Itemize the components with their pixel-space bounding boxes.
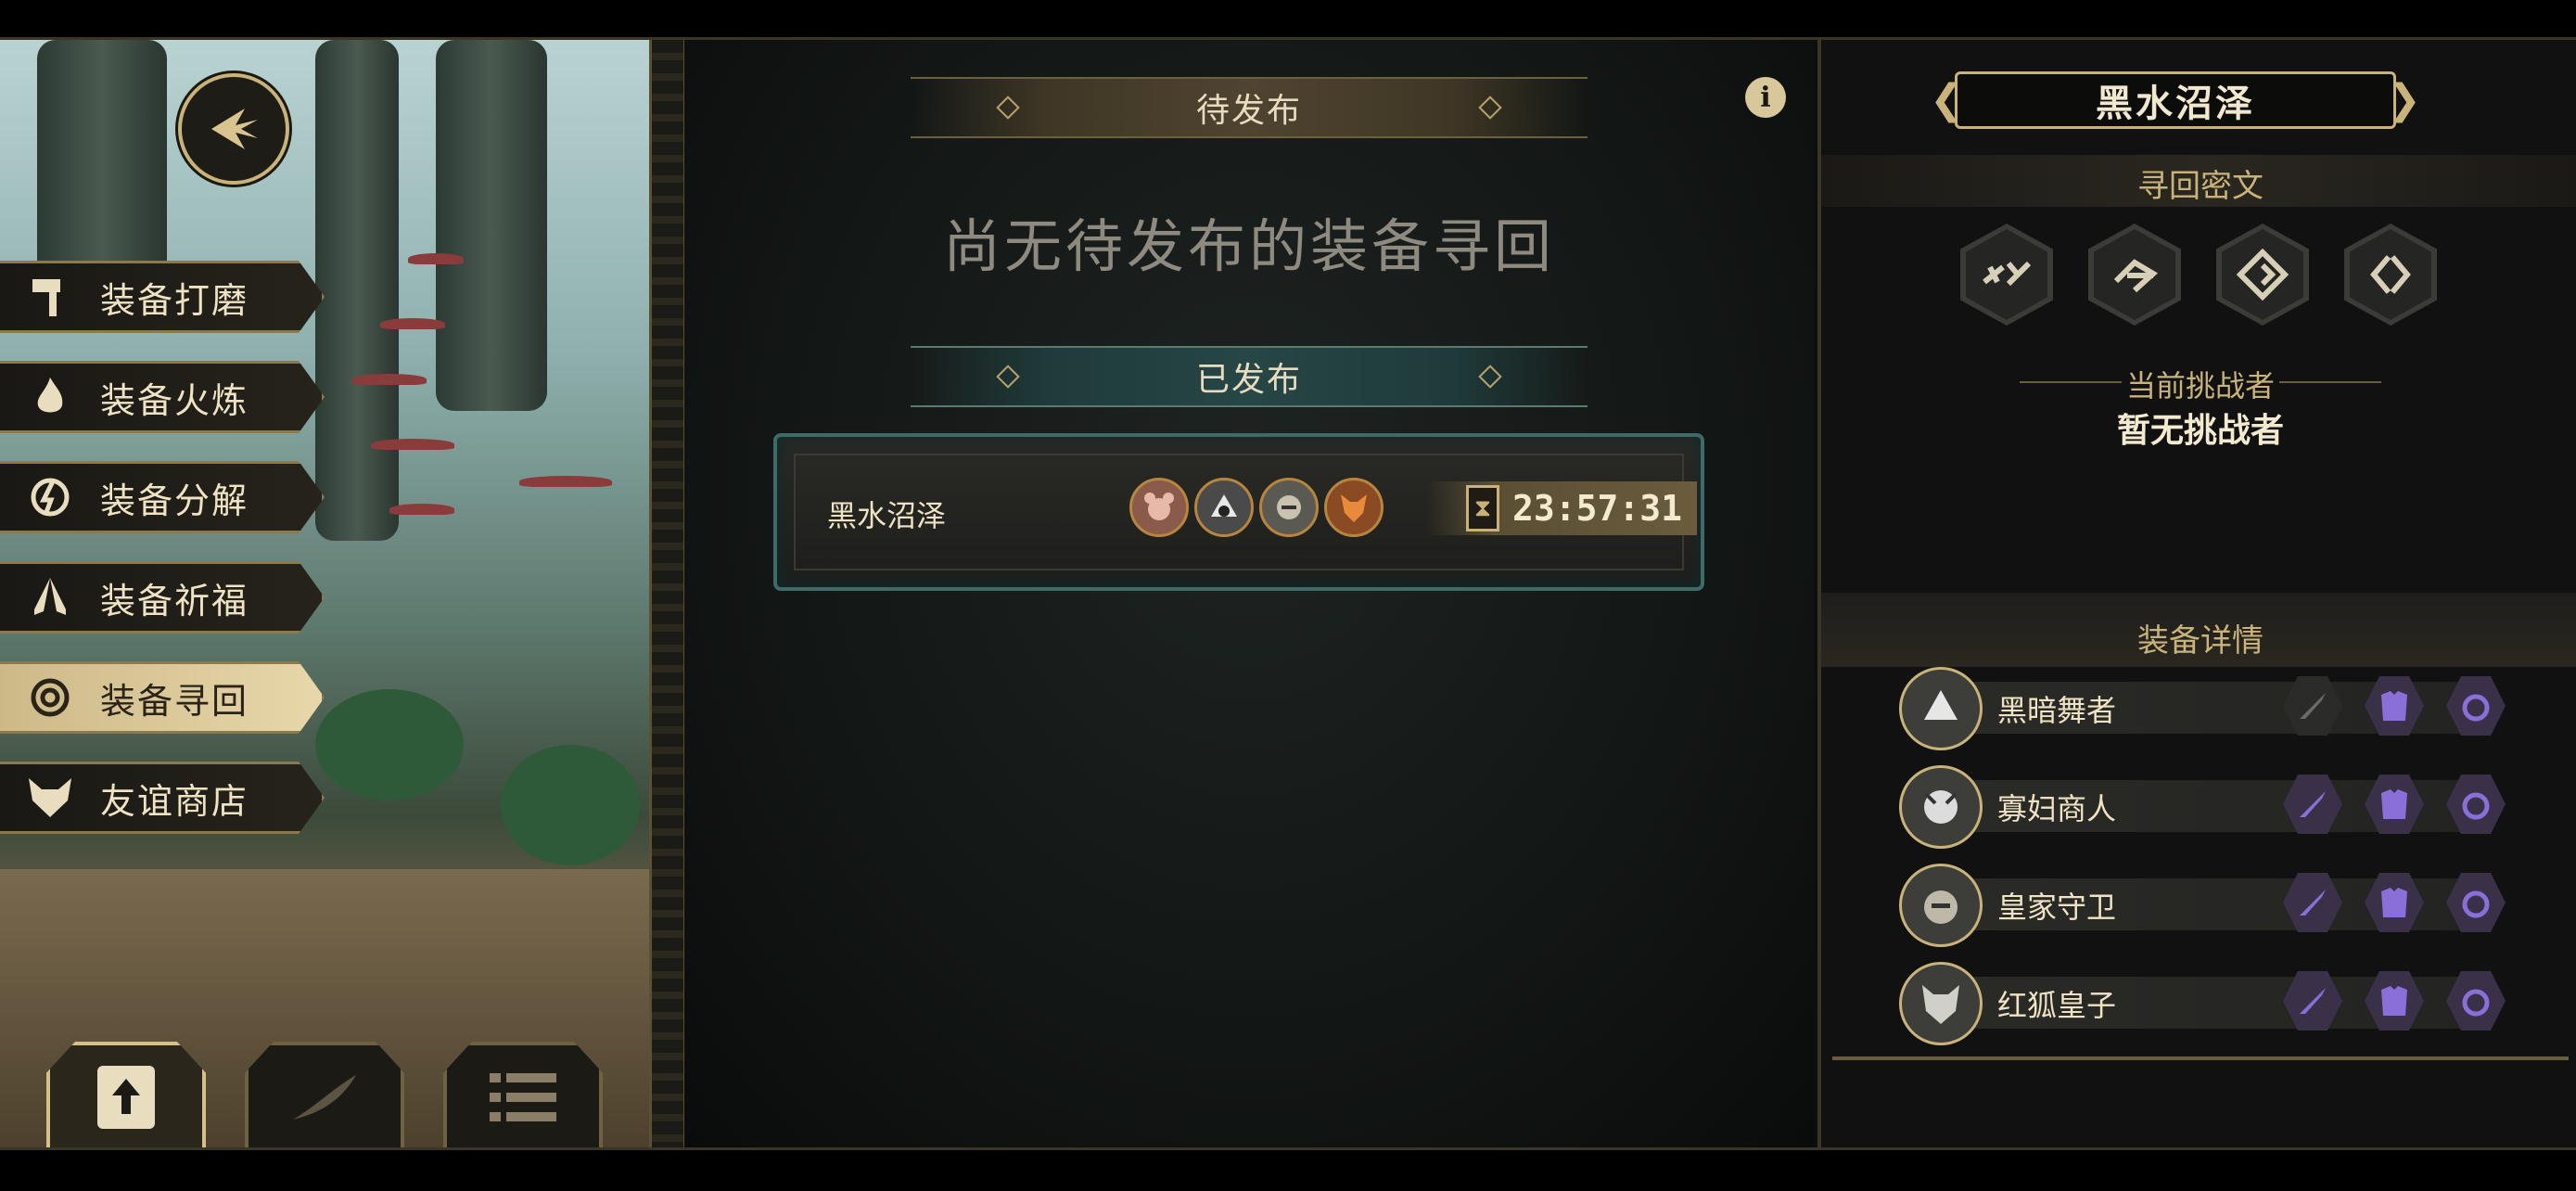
runes-title: 寻回密文 — [2137, 168, 2264, 205]
avatar — [1194, 478, 1254, 537]
avatar — [1899, 667, 1983, 750]
list-item[interactable]: 黑暗舞者 — [1899, 667, 2506, 750]
menu-item-polish[interactable]: 装备打磨 — [0, 261, 325, 333]
armor-icon[interactable] — [2365, 971, 2424, 1031]
menu-item-label: 装备火炼 — [100, 379, 249, 421]
avatar — [1899, 962, 1983, 1045]
sword-icon[interactable] — [2283, 971, 2342, 1031]
info-button[interactable]: i — [1745, 77, 1786, 118]
rune-glyph-icon — [2222, 229, 2303, 320]
bottom-tabs — [46, 1042, 603, 1147]
equipment-list: 黑暗舞者 寡妇商人 皇家守卫 红狐皇子 — [1899, 667, 2506, 1060]
menu-item-friend-shop[interactable]: 友谊商店 — [0, 762, 325, 834]
pray-icon — [22, 570, 78, 625]
menu-item-label: 友谊商店 — [100, 780, 249, 822]
rune-slot[interactable] — [2216, 224, 2309, 326]
challenger-value: 暂无挑战者 — [2116, 412, 2284, 450]
challenger-label: 当前挑战者 — [1821, 363, 2576, 405]
challenger-avatars — [1129, 478, 1384, 537]
equipment-name: 皇家守卫 — [1997, 890, 2117, 925]
armor-icon[interactable] — [2365, 676, 2424, 736]
pending-empty-message: 尚无待发布的装备寻回 — [942, 212, 1555, 280]
avatar — [1259, 478, 1319, 537]
avatar — [1324, 478, 1384, 537]
ring-icon[interactable] — [2446, 775, 2506, 834]
tab-publish[interactable] — [46, 1042, 206, 1147]
equipment-name: 寡妇商人 — [1997, 791, 2117, 826]
menu-item-forge[interactable]: 装备火炼 — [0, 361, 325, 433]
rune-list — [1960, 224, 2437, 326]
upload-icon — [82, 1060, 171, 1134]
published-title: 已发布 — [1195, 361, 1302, 399]
target-icon — [22, 670, 78, 725]
hammer-icon — [22, 269, 78, 325]
avatar — [1899, 864, 1983, 947]
published-quest-card[interactable]: 黑水沼泽 ⧗ 23:57:31 — [773, 433, 1704, 591]
rune-glyph-icon — [1966, 229, 2047, 320]
pending-title: 待发布 — [1195, 92, 1302, 130]
avatar — [1899, 765, 1983, 849]
info-icon: i — [1760, 81, 1771, 114]
quest-name: 黑水沼泽 — [827, 498, 947, 533]
rune-slot[interactable] — [2088, 224, 2181, 326]
menu-item-bless[interactable]: 装备祈福 — [0, 561, 325, 634]
sword-icon[interactable] — [2283, 873, 2342, 932]
region-title-box: ❮ 黑水沼泽 ❯ — [1930, 71, 2421, 129]
right-panel: ❮ 黑水沼泽 ❯ 寻回密文 当前挑战者 暂无挑战者 装备详情 黑暗舞者 寡妇商人… — [1817, 40, 2576, 1147]
back-button[interactable] — [178, 73, 289, 185]
panel-divider — [649, 40, 686, 1147]
menu-item-disassemble[interactable]: 装备分解 — [0, 461, 325, 533]
published-banner: 已发布 — [911, 346, 1588, 407]
region-title: 黑水沼泽 — [2096, 83, 2255, 125]
timer-value: 23:57:31 — [1511, 488, 1682, 529]
sword-icon[interactable] — [2283, 676, 2342, 736]
avatar — [1129, 478, 1189, 537]
rune-slot[interactable] — [1960, 224, 2053, 326]
ring-icon[interactable] — [2446, 676, 2506, 736]
equipment-name: 红狐皇子 — [1997, 988, 2117, 1023]
chevron-left-icon: ❮ — [1930, 76, 1964, 123]
list-item[interactable]: 皇家守卫 — [1899, 864, 2506, 947]
armor-icon[interactable] — [2365, 873, 2424, 932]
list-icon — [478, 1060, 567, 1134]
chevron-right-icon: ❯ — [2387, 76, 2421, 123]
equipment-name: 黑暗舞者 — [1997, 693, 2117, 728]
menu-item-label: 装备分解 — [100, 480, 249, 521]
tab-list[interactable] — [443, 1042, 603, 1147]
back-arrow-icon — [211, 109, 258, 149]
side-menu: 装备打磨 装备火炼 装备分解 装备祈福 装备寻回 友谊商店 — [0, 261, 325, 862]
disassemble-icon — [22, 469, 78, 525]
pending-banner: 待发布 — [911, 77, 1588, 138]
menu-item-retrieve[interactable]: 装备寻回 — [0, 661, 325, 734]
list-item[interactable]: 寡妇商人 — [1899, 765, 2506, 849]
quest-timer: ⧗ 23:57:31 — [1426, 481, 1697, 535]
feather-icon — [280, 1060, 369, 1134]
ring-icon[interactable] — [2446, 971, 2506, 1031]
rune-glyph-icon — [2350, 229, 2431, 320]
center-panel: 待发布 i 尚无待发布的装备寻回 已发布 黑水沼泽 ⧗ 23:57:31 — [684, 40, 1814, 1147]
menu-item-label: 装备祈福 — [100, 580, 249, 621]
equip-title: 装备详情 — [2137, 622, 2264, 660]
armor-icon[interactable] — [2365, 775, 2424, 834]
fox-icon — [22, 770, 78, 826]
sword-icon[interactable] — [2283, 775, 2342, 834]
rune-slot[interactable] — [2344, 224, 2437, 326]
tab-feather[interactable] — [245, 1042, 404, 1147]
list-item[interactable]: 红狐皇子 — [1899, 962, 2506, 1045]
hourglass-icon: ⧗ — [1465, 485, 1499, 531]
game-frame: 装备打磨 装备火炼 装备分解 装备祈福 装备寻回 友谊商店 待发布 i 尚无待发… — [0, 37, 2576, 1150]
flame-icon — [22, 369, 78, 425]
rune-glyph-icon — [2094, 229, 2175, 320]
menu-item-label: 装备寻回 — [100, 680, 249, 722]
ring-icon[interactable] — [2446, 873, 2506, 932]
menu-item-label: 装备打磨 — [100, 279, 249, 321]
